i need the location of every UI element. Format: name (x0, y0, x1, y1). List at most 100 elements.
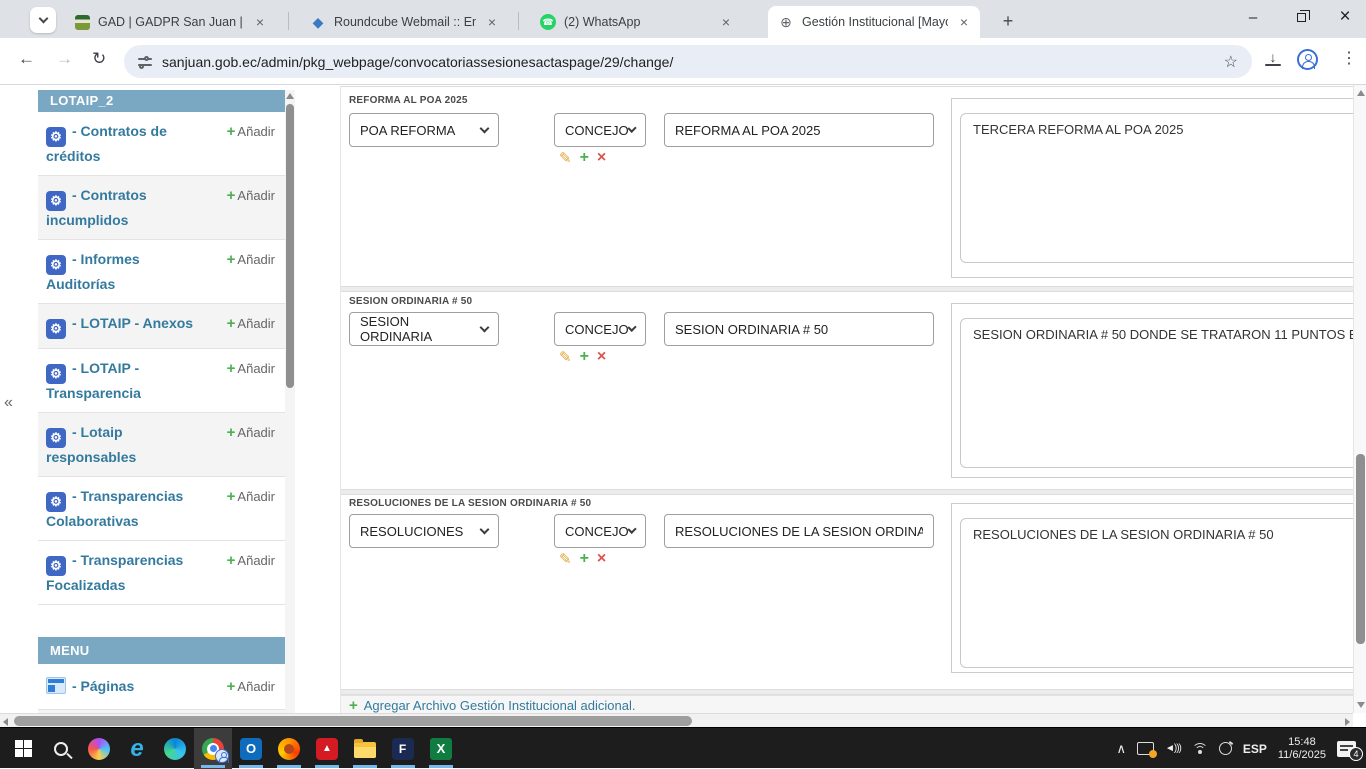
tray-clock[interactable]: 15:48 11/6/2025 (1278, 736, 1326, 762)
forward-icon[interactable]: → (56, 49, 73, 69)
description-textarea[interactable]: SESION ORDINARIA # 50 DONDE SE TRATARON … (960, 318, 1353, 468)
taskbar-edge-button[interactable] (156, 728, 194, 769)
horizontal-scrollbar-thumb[interactable] (14, 716, 692, 726)
add-file-link[interactable]: Agregar Archivo Gestión Institucional ad… (364, 698, 636, 713)
scroll-right-icon[interactable] (1345, 718, 1350, 726)
add-link[interactable]: +Añadir (227, 487, 275, 506)
taskbar-excel-button[interactable]: X (422, 728, 460, 769)
scroll-down-icon[interactable] (1357, 702, 1365, 708)
add-icon[interactable]: + (580, 550, 589, 568)
tray-wifi-icon[interactable] (1192, 743, 1208, 755)
description-textarea[interactable]: RESOLUCIONES DE LA SESION ORDINARIA # 50 (960, 518, 1353, 668)
start-button[interactable] (4, 728, 42, 769)
tray-chevron-up-icon[interactable]: ∧ (1116, 741, 1126, 757)
add-link[interactable]: +Añadir (227, 186, 275, 205)
close-tab-icon[interactable]: × (252, 14, 268, 30)
add-link[interactable]: +Añadir (227, 551, 275, 570)
taskbar-explorer-button[interactable] (346, 728, 384, 769)
add-link[interactable]: +Añadir (227, 122, 275, 141)
minimize-button[interactable]: – (1232, 0, 1274, 34)
site-info-icon[interactable] (138, 56, 152, 68)
restore-button[interactable] (1280, 0, 1322, 34)
bookmark-star-icon[interactable]: ☆ (1224, 52, 1238, 72)
add-link[interactable]: +Añadir (227, 250, 275, 269)
sidebar-item-paginas[interactable]: +Añadir - Páginas (38, 664, 285, 710)
tab-gestion-active[interactable]: ⊕ Gestión Institucional [Mayo-202 × (768, 6, 980, 38)
row-action-icons: ✎ + × (559, 550, 606, 568)
delete-icon[interactable]: × (597, 149, 606, 167)
tray-time: 15:48 (1288, 736, 1316, 748)
vertical-scrollbar-thumb[interactable] (1356, 454, 1365, 644)
edit-icon[interactable]: ✎ (559, 348, 572, 366)
sidebar-item-contratos-incumplidos[interactable]: +Añadir ⚙- Contratos incumplidos (38, 176, 285, 240)
taskbar-chrome-button[interactable] (194, 728, 232, 769)
taskbar-fapp-button[interactable]: F (384, 728, 422, 769)
edit-icon[interactable]: ✎ (559, 149, 572, 167)
taskbar-copilot-button[interactable] (80, 728, 118, 769)
add-link[interactable]: +Añadir (227, 359, 275, 378)
description-textarea[interactable]: TERCERA REFORMA AL POA 2025 (960, 113, 1353, 263)
type-select[interactable]: POA REFORMA (349, 113, 499, 147)
title-input[interactable] (664, 113, 934, 147)
notification-center-icon[interactable]: 4 (1337, 741, 1356, 757)
edit-icon[interactable]: ✎ (559, 550, 572, 568)
profile-avatar-icon[interactable] (1297, 49, 1318, 70)
sidebar-item-informes-auditorias[interactable]: +Añadir ⚙- Informes Auditorías (38, 240, 285, 304)
tray-cast-icon[interactable] (1137, 742, 1154, 755)
close-tab-icon[interactable]: × (484, 14, 500, 30)
scroll-up-icon[interactable] (1357, 90, 1365, 96)
type-select[interactable]: SESION ORDINARIA (349, 312, 499, 346)
org-select[interactable]: CONCEJO (554, 514, 646, 548)
tray-circle-icon[interactable] (1219, 742, 1232, 755)
internet-explorer-icon: e (130, 738, 143, 760)
sidebar-collapse-icon[interactable]: « (4, 394, 13, 412)
org-select[interactable]: CONCEJO (554, 113, 646, 147)
vertical-scrollbar[interactable] (1353, 85, 1366, 713)
title-input[interactable] (664, 312, 934, 346)
scroll-up-icon[interactable] (286, 93, 294, 99)
tab-whatsapp[interactable]: ☎ (2) WhatsApp × (530, 6, 742, 38)
type-select[interactable]: RESOLUCIONES (349, 514, 499, 548)
reload-icon[interactable]: ↻ (92, 49, 106, 69)
add-icon[interactable]: + (580, 348, 589, 366)
add-icon[interactable]: + (580, 149, 589, 167)
close-window-button[interactable]: × (1324, 0, 1366, 34)
sidebar-item-transparencias-focalizadas[interactable]: +Añadir ⚙- Transparencias Focalizadas (38, 541, 285, 605)
tab-gad[interactable]: GAD | GADPR San Juan | × (64, 6, 276, 38)
close-tab-icon[interactable]: × (718, 14, 734, 30)
taskbar-search-button[interactable] (42, 728, 80, 769)
sidebar-item-lotaip-responsables[interactable]: +Añadir ⚙- Lotaip responsables (38, 413, 285, 477)
back-icon[interactable]: ← (18, 49, 35, 69)
sidebar-item-lotaip-transparencia[interactable]: +Añadir ⚙- LOTAIP - Transparencia (38, 349, 285, 413)
address-bar[interactable]: sanjuan.gob.ec/admin/pkg_webpage/convoca… (124, 45, 1252, 78)
tab-search-button[interactable] (30, 7, 56, 33)
sidebar-scrollbar-thumb[interactable] (286, 104, 294, 388)
gear-icon: ⚙ (46, 364, 66, 384)
sidebar-item-transparencias-colaborativas[interactable]: +Añadir ⚙- Transparencias Colaborativas (38, 477, 285, 541)
browser-menu-icon[interactable]: ⋮ (1341, 48, 1357, 68)
windows-taskbar: e O ▲ F X ∧ ◄))) ESP 15:48 11/6/2025 4 (0, 727, 1366, 768)
taskbar-acrobat-button[interactable]: ▲ (308, 728, 346, 769)
add-link[interactable]: +Añadir (227, 677, 275, 696)
org-select[interactable]: CONCEJO (554, 312, 646, 346)
delete-icon[interactable]: × (597, 348, 606, 366)
downloads-icon[interactable]: ↓ (1265, 51, 1281, 66)
add-link[interactable]: +Añadir (227, 423, 275, 442)
taskbar-firefox-button[interactable] (270, 728, 308, 769)
add-link[interactable]: +Añadir (227, 314, 275, 333)
taskbar-outlook-button[interactable]: O (232, 728, 270, 769)
sidebar-scrollbar[interactable] (285, 90, 295, 713)
horizontal-scrollbar[interactable] (0, 713, 1353, 727)
close-tab-icon[interactable]: × (956, 14, 972, 30)
scroll-left-icon[interactable] (3, 718, 8, 726)
sidebar-item-lotaip-anexos[interactable]: +Añadir ⚙- LOTAIP - Anexos (38, 304, 285, 349)
outlook-icon: O (240, 738, 262, 760)
new-tab-button[interactable]: + (995, 9, 1021, 35)
delete-icon[interactable]: × (597, 550, 606, 568)
title-input[interactable] (664, 514, 934, 548)
tray-speaker-icon[interactable]: ◄))) (1165, 743, 1181, 754)
taskbar-ie-button[interactable]: e (118, 728, 156, 769)
tray-language-indicator[interactable]: ESP (1243, 742, 1267, 756)
sidebar-item-contratos-creditos[interactable]: +Añadir ⚙- Contratos de créditos (38, 112, 285, 176)
tab-roundcube[interactable]: ◆ Roundcube Webmail :: Entrada × (300, 6, 508, 38)
